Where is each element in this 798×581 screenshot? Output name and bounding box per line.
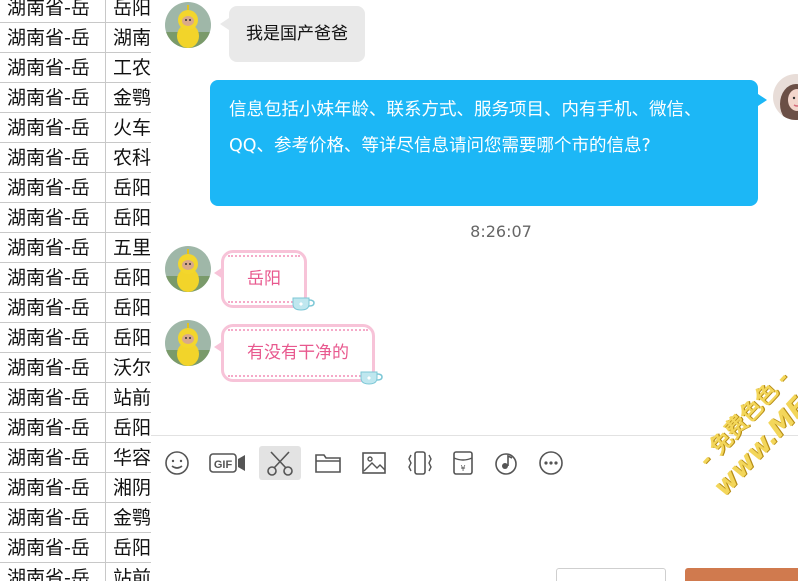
spreadsheet-row: 湖南省-岳 站前 [0,563,160,581]
spreadsheet-cell[interactable]: 湖南省-岳 [0,293,106,323]
spreadsheet-cell[interactable]: 湖南省-岳 [0,233,106,263]
bubble-border-decoration [228,329,368,335]
close-button[interactable] [556,568,666,581]
spreadsheet-cell[interactable]: 湖南省-岳 [0,533,106,563]
spreadsheet-cell[interactable]: 湖南省-岳 [0,443,106,473]
spreadsheet-cell[interactable]: 湖南省-岳 [0,203,106,233]
teacup-icon [360,371,383,385]
message-bubble-outgoing: 信息包括小妹年龄、联系方式、服务项目、内有手机、微信、QQ、参考价格、等详尽信息… [210,80,767,206]
message-bubble-incoming: 我是国产爸爸 [220,6,365,62]
spreadsheet-row: 湖南省-岳 火车 [0,113,160,143]
chat-window: 我是国产爸爸 信息包括小妹年龄、联系方式、服务项目、内有手机、微信、QQ、参考价… [151,0,798,581]
folder-icon[interactable] [311,446,345,480]
emoji-icon[interactable] [160,446,194,480]
bubble-tail [214,341,223,353]
my-avatar[interactable] [773,74,798,120]
background-spreadsheet: 湖南省-岳 岳阳 湖南省-岳 湖南 湖南省-岳 工农 湖南省-岳 金鹗 湖南省-岳 火车 湖南省-岳… [0,0,160,581]
message-text: 有没有干净的 [247,343,349,363]
spreadsheet-row: 湖南省-岳 岳阳 [0,263,160,293]
message-text: 岳阳 [247,269,281,289]
spreadsheet-cell[interactable]: 湖南省-岳 [0,23,106,53]
spreadsheet-row: 湖南省-岳 站前 [0,383,160,413]
message-bubble-incoming: 岳阳 [214,250,315,311]
music-icon[interactable] [489,446,523,480]
svg-text:¥: ¥ [460,464,465,473]
spreadsheet-row: 湖南省-岳 岳阳 [0,533,160,563]
spreadsheet-cell[interactable]: 湖南省-岳 [0,113,106,143]
spreadsheet-cell[interactable]: 湖南省-岳 [0,323,106,353]
input-divider [151,435,798,436]
contact-avatar[interactable] [165,2,211,48]
spreadsheet-row: 湖南省-岳 金鹗 [0,83,160,113]
contact-avatar[interactable] [165,320,211,366]
spreadsheet-cell[interactable]: 湖南省-岳 [0,0,106,23]
more-icon[interactable] [534,446,568,480]
spreadsheet-cell[interactable]: 湖南省-岳 [0,173,106,203]
spreadsheet-cell[interactable]: 湖南省-岳 [0,353,106,383]
scissors-icon[interactable] [259,446,301,480]
spreadsheet-row: 湖南省-岳 岳阳 [0,413,160,443]
spreadsheet-row: 湖南省-岳 沃尔 [0,353,160,383]
message-timestamp: 8:26:07 [470,222,532,241]
spreadsheet-cell[interactable]: 湖南省-岳 [0,383,106,413]
spreadsheet-cell[interactable]: 湖南省-岳 [0,53,106,83]
spreadsheet-row: 湖南省-岳 岳阳 [0,0,160,23]
spreadsheet-cell[interactable]: 湖南省-岳 [0,503,106,533]
spreadsheet-row: 湖南省-岳 工农 [0,53,160,83]
spreadsheet-cell[interactable]: 湖南省-岳 [0,263,106,293]
contact-avatar[interactable] [165,246,211,292]
shake-icon[interactable] [403,446,437,480]
bubble-tail [214,267,223,279]
bubble-border-decoration [228,371,368,377]
spreadsheet-row: 湖南省-岳 五里 [0,233,160,263]
spreadsheet-row: 湖南省-岳 湘阴 [0,473,160,503]
teacup-icon [292,297,315,311]
message-bubble-incoming: 有没有干净的 [214,324,383,385]
spreadsheet-cell[interactable]: 湖南省-岳 [0,83,106,113]
gif-icon[interactable]: GIF [208,446,248,480]
spreadsheet-row: 湖南省-岳 岳阳 [0,323,160,353]
spreadsheet-cell[interactable]: 湖南省-岳 [0,563,106,581]
spreadsheet-cell[interactable]: 湖南省-岳 [0,413,106,443]
bubble-border-decoration [228,255,300,261]
spreadsheet-row: 湖南省-岳 湖南 [0,23,160,53]
red-packet-icon[interactable]: ¥ [446,446,480,480]
spreadsheet-row: 湖南省-岳 金鹗 [0,503,160,533]
spreadsheet-row: 湖南省-岳 华容 [0,443,160,473]
gif-label: GIF [214,459,233,471]
spreadsheet-row: 湖南省-岳 岳阳 [0,203,160,233]
image-icon[interactable] [357,446,391,480]
spreadsheet-cell[interactable]: 湖南省-岳 [0,473,106,503]
spreadsheet-row: 湖南省-岳 岳阳 [0,173,160,203]
spreadsheet-row: 湖南省-岳 岳阳 [0,293,160,323]
spreadsheet-cell[interactable]: 湖南省-岳 [0,143,106,173]
spreadsheet-row: 湖南省-岳 农科 [0,143,160,173]
send-button[interactable] [685,568,798,581]
